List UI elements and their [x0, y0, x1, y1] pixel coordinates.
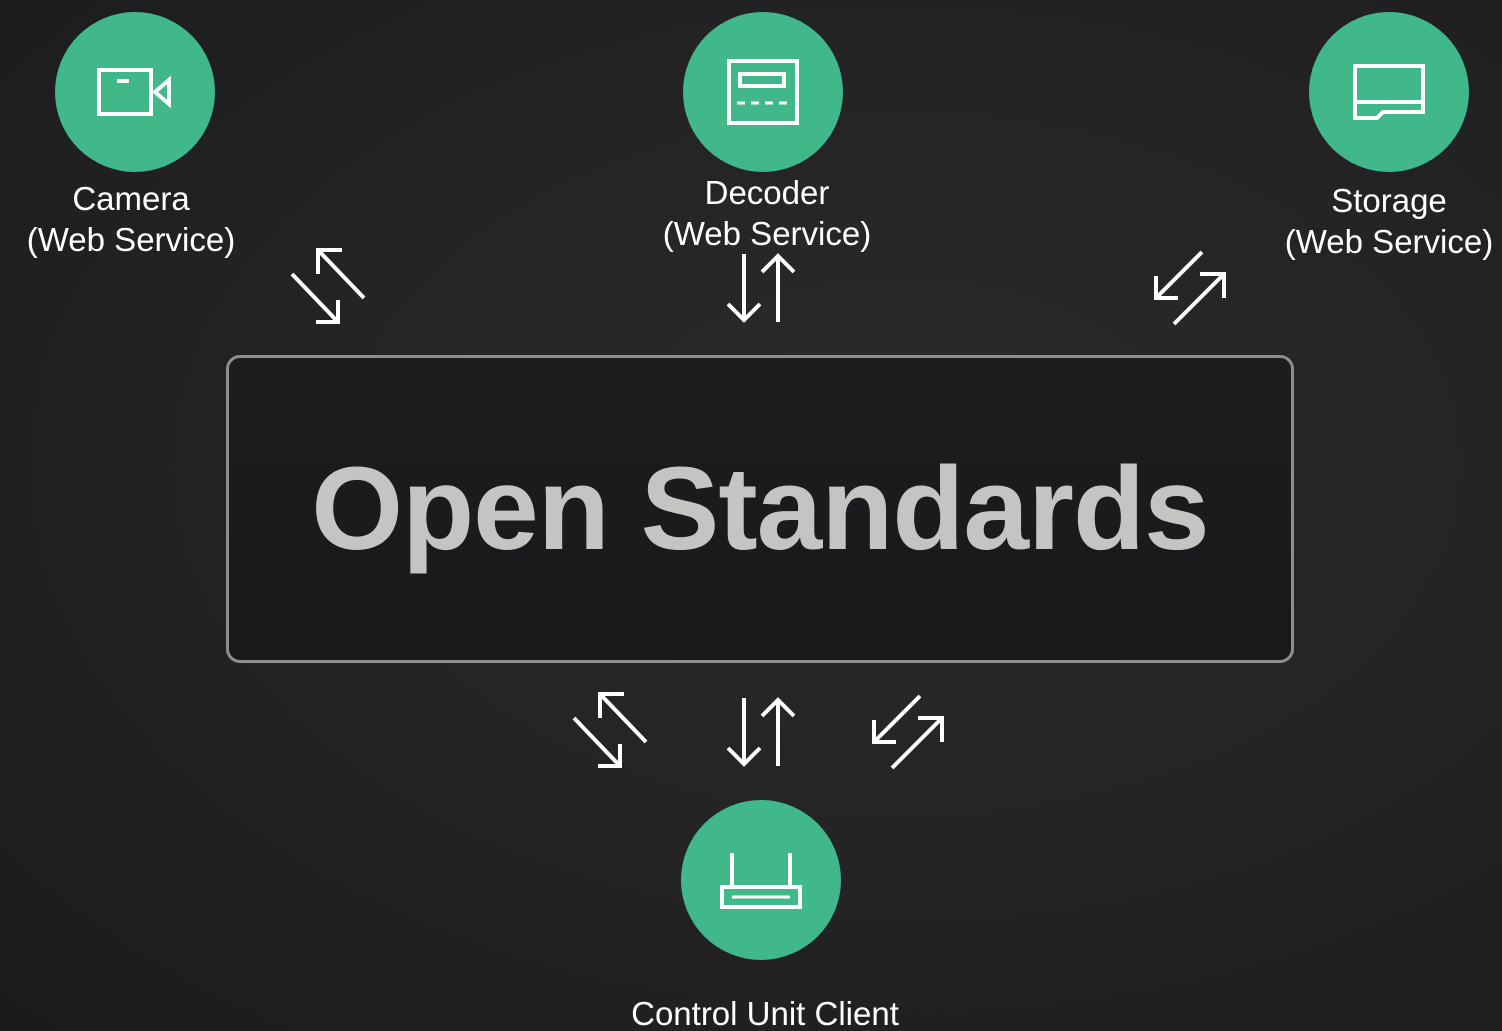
decoder-label: Decoder (Web Service): [636, 172, 898, 254]
control-right-exchange-arrows: [872, 694, 944, 770]
camera-label-line2: (Web Service): [26, 221, 236, 258]
decoder-label-line1: Decoder: [704, 174, 830, 211]
decoder-node: [683, 12, 843, 172]
camera-label: Camera (Web Service): [0, 178, 262, 260]
center-title: Open Standards: [311, 443, 1209, 575]
decoder-exchange-arrows: [726, 253, 796, 323]
decoder-icon: [727, 59, 799, 125]
storage-label-line1: Storage: [1331, 182, 1447, 219]
router-icon: [720, 853, 802, 909]
camera-label-line1: Camera: [72, 180, 190, 217]
control-unit-node: [681, 800, 841, 960]
control-center-exchange-arrows: [726, 697, 796, 767]
camera-node: [55, 12, 215, 172]
storage-label-line2: (Web Service): [1284, 223, 1494, 260]
storage-node: [1309, 12, 1469, 172]
control-unit-label-line1: Control Unit Client: [631, 995, 899, 1031]
open-standards-box: Open Standards: [226, 355, 1294, 663]
storage-exchange-arrows: [1154, 250, 1226, 326]
storage-drive-icon: [1353, 64, 1425, 120]
camera-exchange-arrows: [290, 248, 366, 324]
storage-label: Storage (Web Service): [1260, 180, 1502, 262]
video-camera-icon: [97, 68, 171, 116]
control-left-exchange-arrows: [572, 692, 648, 768]
control-unit-label: Control Unit Client: [586, 993, 944, 1031]
